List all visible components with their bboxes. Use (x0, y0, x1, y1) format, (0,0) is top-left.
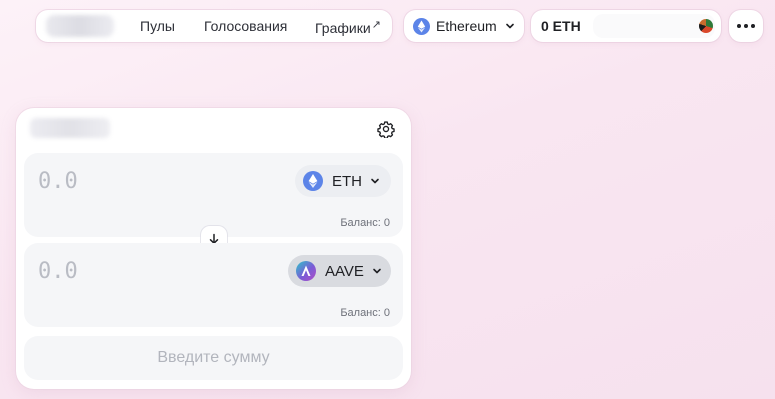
nav-link-charts[interactable]: Графики↗ (315, 18, 381, 36)
to-balance: Баланс: 0 (340, 307, 390, 319)
to-amount-input[interactable]: 0.0 (38, 259, 78, 284)
chevron-down-icon (505, 23, 514, 29)
swap-card: 0.0 ETH Баланс: 0 0.0 AAVE Баланс: 0 Вве… (16, 108, 411, 389)
to-token-select[interactable]: AAVE (288, 255, 391, 287)
from-amount-input[interactable]: 0.0 (38, 169, 78, 194)
network-selector[interactable]: Ethereum (404, 10, 524, 42)
avatar (699, 19, 713, 33)
more-dot (744, 24, 748, 28)
to-token-label: AAVE (325, 262, 364, 280)
top-nav: Пулы Голосования Графики↗ (36, 10, 392, 42)
chevron-down-icon (371, 178, 379, 184)
nav-link-votes[interactable]: Голосования (204, 18, 287, 34)
chevron-down-icon (373, 268, 381, 274)
swap-to-panel: 0.0 AAVE Баланс: 0 (24, 243, 403, 327)
account-button[interactable]: 0 ETH (531, 10, 721, 42)
card-title (30, 118, 110, 138)
nav-link-charts-label: Графики (315, 20, 371, 36)
gear-icon[interactable] (377, 120, 395, 138)
more-options-button[interactable] (729, 10, 763, 42)
from-token-select[interactable]: ETH (295, 165, 391, 197)
more-dots-icon (737, 24, 741, 28)
from-token-label: ETH (332, 172, 362, 190)
more-dot (751, 24, 755, 28)
network-label: Ethereum (436, 18, 497, 34)
from-balance: Баланс: 0 (340, 217, 390, 229)
account-address (593, 14, 715, 38)
app-logo[interactable] (46, 15, 114, 37)
nav-link-pools[interactable]: Пулы (140, 18, 175, 34)
ethereum-icon (303, 171, 323, 191)
ethereum-icon (413, 17, 430, 35)
enter-amount-button[interactable]: Введите сумму (24, 336, 403, 380)
aave-icon (296, 261, 316, 281)
swap-from-panel: 0.0 ETH Баланс: 0 (24, 153, 403, 237)
account-balance: 0 ETH (541, 18, 581, 34)
external-link-icon: ↗ (371, 19, 381, 31)
